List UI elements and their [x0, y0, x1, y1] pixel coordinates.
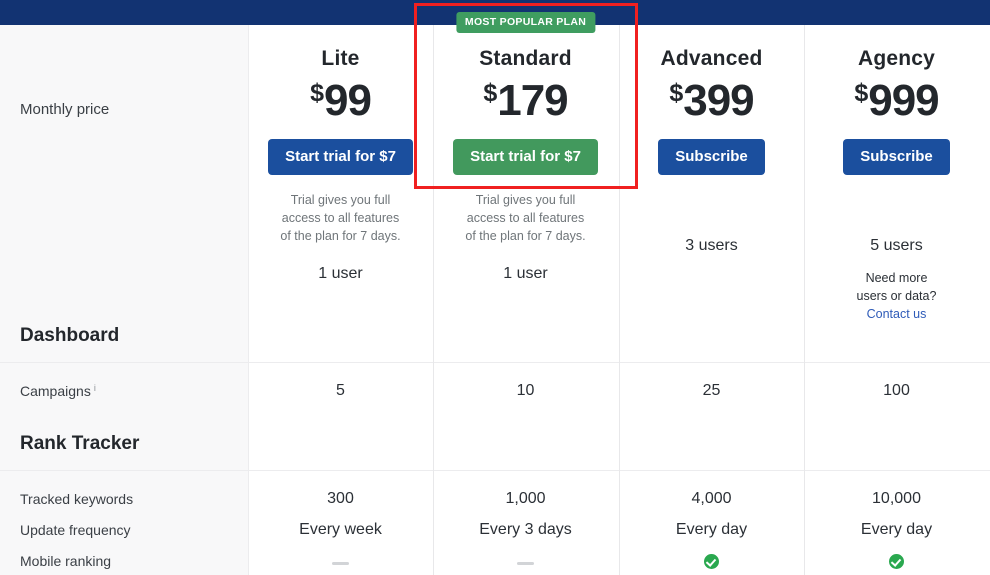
currency-symbol: $	[310, 79, 324, 107]
plan-cta-button[interactable]: Subscribe	[843, 139, 950, 175]
value-update-frequency-advanced: Every day	[675, 521, 748, 538]
plan-price: $999	[804, 79, 989, 123]
plan-user-count: 1 user	[503, 265, 548, 282]
need-more-block: Need more users or data? Contact us	[804, 269, 989, 323]
check-circle-icon	[704, 554, 719, 570]
value-mobile-ranking-standard	[433, 555, 618, 573]
feature-label-update-frequency: Update frequency	[20, 522, 131, 538]
value-update-frequency-standard: Every 3 days	[479, 521, 572, 538]
value-mobile-ranking-advanced	[619, 553, 804, 571]
value-update-frequency-agency: Every day	[860, 521, 933, 538]
plan-user-count: 3 users	[685, 237, 738, 254]
value-update-frequency-lite: Every week	[299, 521, 382, 538]
plan-cta-button[interactable]: Subscribe	[658, 139, 765, 175]
value-campaigns-lite: 5	[336, 382, 345, 399]
price-amount: 399	[683, 76, 754, 125]
feature-label-tracked-keywords: Tracked keywords	[20, 491, 134, 507]
plan-name: Advanced	[660, 47, 763, 70]
row-divider	[0, 470, 990, 471]
value-tracked-keywords-advanced: 4,000	[691, 490, 732, 507]
trial-note: Trial gives you full access to all featu…	[280, 193, 401, 243]
plan-cta-button[interactable]: Start trial for $7	[268, 139, 413, 175]
price-amount: 179	[497, 76, 568, 125]
price-amount: 99	[323, 76, 372, 125]
value-tracked-keywords-agency: 10,000	[872, 490, 921, 507]
pricing-page: Monthly price Dashboard Campaigns i Rank …	[0, 0, 990, 575]
value-mobile-ranking-agency	[804, 553, 989, 571]
plan-price: $399	[619, 79, 804, 123]
contact-us-link[interactable]: Contact us	[867, 307, 927, 321]
feature-label-campaigns: Campaigns i	[20, 383, 96, 399]
monthly-price-label: Monthly price	[20, 101, 110, 118]
value-campaigns-agency: 100	[883, 382, 910, 399]
trial-note: Trial gives you full access to all featu…	[465, 193, 586, 243]
currency-symbol: $	[669, 79, 684, 107]
plan-column-lite: Lite $99 Start trial for $7 Trial gives …	[248, 25, 433, 362]
plan-name: Lite	[321, 47, 360, 70]
dash-icon	[332, 562, 349, 566]
feature-label-mobile-ranking: Mobile ranking	[20, 553, 112, 569]
check-circle-icon	[889, 554, 904, 570]
section-title-dashboard: Dashboard	[20, 325, 120, 346]
plan-user-count: 5 users	[870, 237, 923, 254]
currency-symbol: $	[854, 79, 869, 107]
plan-name: Standard	[479, 47, 572, 70]
plan-column-advanced: Advanced $399 Subscribe 3 users	[619, 25, 804, 362]
plan-cta-button[interactable]: Start trial for $7	[453, 139, 598, 175]
value-campaigns-advanced: 25	[702, 382, 721, 399]
most-popular-badge: MOST POPULAR PLAN	[455, 12, 596, 33]
value-tracked-keywords-lite: 300	[327, 490, 354, 507]
value-campaigns-standard: 10	[516, 382, 535, 399]
info-icon[interactable]: i	[94, 383, 96, 393]
feature-label-campaigns-text: Campaigns	[20, 383, 91, 399]
need-more-line2: users or data?	[856, 289, 937, 303]
plan-column-agency: Agency $999 Subscribe 5 users Need more …	[804, 25, 989, 362]
value-tracked-keywords-standard: 1,000	[505, 490, 546, 507]
price-amount: 999	[868, 76, 939, 125]
plan-price: $99	[248, 79, 433, 123]
dash-icon	[517, 562, 534, 566]
section-title-rank-tracker: Rank Tracker	[20, 433, 140, 454]
row-divider	[0, 362, 990, 363]
plan-price: $179	[433, 79, 618, 123]
plan-column-standard: MOST POPULAR PLAN Standard $179 Start tr…	[433, 12, 618, 362]
pricing-table: Monthly price Dashboard Campaigns i Rank …	[0, 12, 990, 575]
value-mobile-ranking-lite	[248, 555, 433, 573]
plan-user-count: 1 user	[318, 265, 363, 282]
plan-name: Agency	[857, 47, 936, 70]
currency-symbol: $	[483, 79, 498, 107]
need-more-line1: Need more	[865, 271, 928, 285]
